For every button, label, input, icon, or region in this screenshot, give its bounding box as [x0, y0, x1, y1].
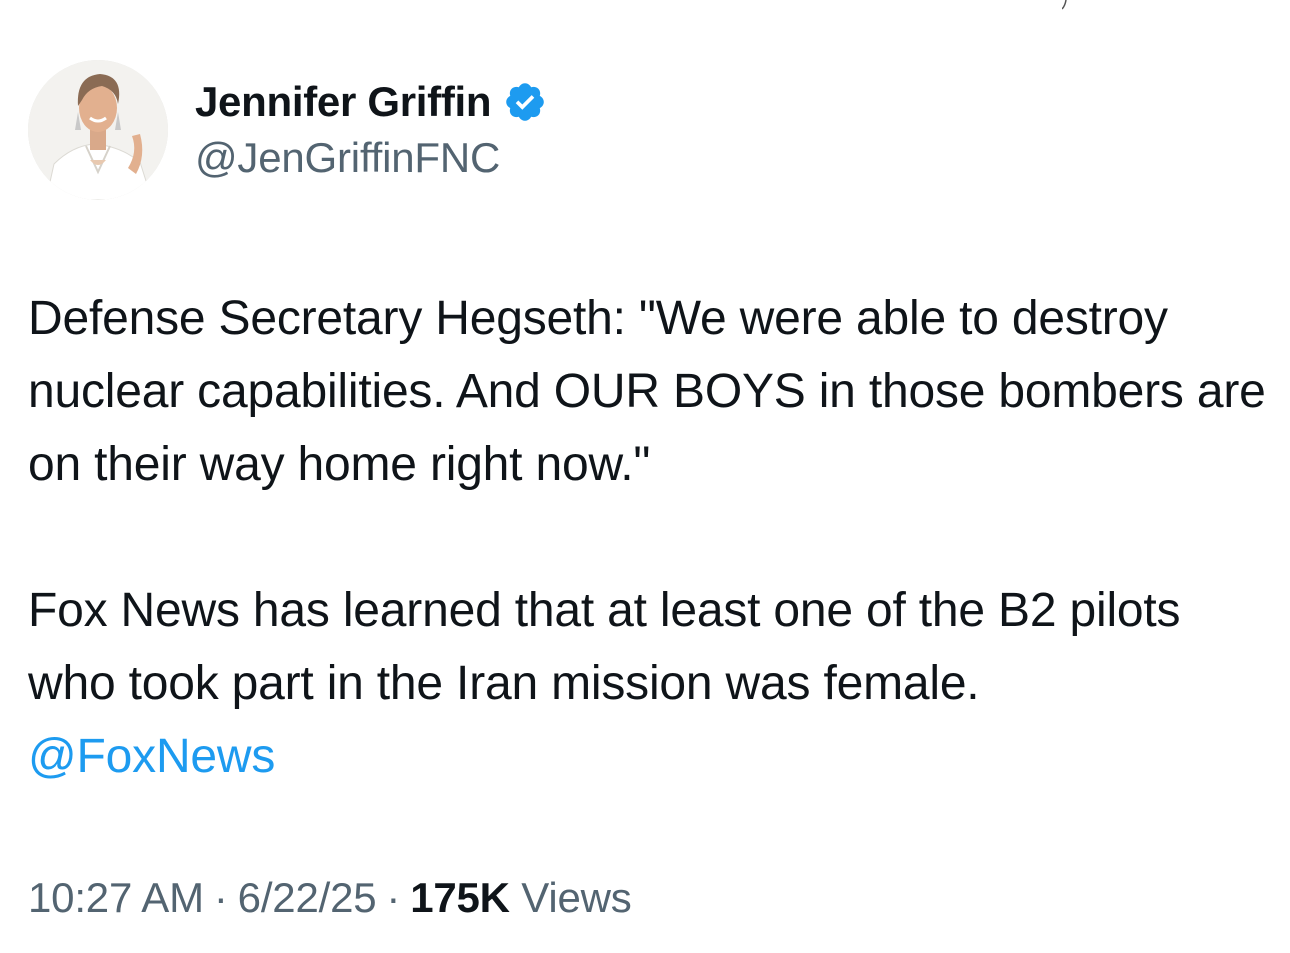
separator-dot: · [213, 874, 228, 921]
author-block: Jennifer Griffin @JenGriffinFNC [195, 76, 547, 184]
tweet-paragraph-2-text: Fox News has learned that at least one o… [28, 584, 1181, 710]
avatar[interactable] [28, 60, 168, 200]
tweet-text: Defense Secretary Hegseth: "We were able… [28, 282, 1278, 793]
name-row: Jennifer Griffin [195, 76, 547, 128]
tweet-paragraph-1: Defense Secretary Hegseth: "We were able… [28, 292, 1266, 491]
tweet-card: Jennifer Griffin @JenGriffinFNC Defense … [0, 0, 1290, 953]
tweet-time[interactable]: 10:27 AM [28, 874, 204, 921]
mention-link[interactable]: @FoxNews [28, 730, 275, 783]
views-count[interactable]: 175K [410, 874, 510, 921]
tweet-meta: 10:27 AM · 6/22/25 · 175K Views [28, 868, 632, 928]
profile-photo-icon [28, 60, 168, 200]
display-name[interactable]: Jennifer Griffin [195, 76, 492, 128]
tweet-date[interactable]: 6/22/25 [238, 874, 377, 921]
views-label: Views [521, 874, 632, 921]
verified-badge-icon [503, 80, 547, 124]
corner-mark [1062, 0, 1067, 10]
separator-dot: · [386, 874, 401, 921]
handle[interactable]: @JenGriffinFNC [195, 132, 547, 184]
tweet-paragraph-2: Fox News has learned that at least one o… [28, 574, 1278, 793]
